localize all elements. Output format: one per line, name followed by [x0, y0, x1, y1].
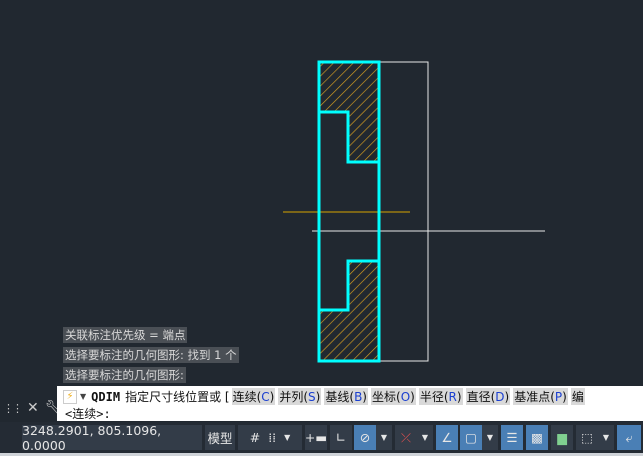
- lineweight-icon[interactable]: ☰: [501, 425, 523, 450]
- command-line[interactable]: ⚡ ▼ QDIM 指定尺寸线位置或 [ 连续(C) 并列(S) 基线(B) 坐标…: [57, 386, 643, 421]
- transparency-icon[interactable]: ▩: [526, 425, 548, 450]
- ortho-icon[interactable]: ∟: [330, 425, 352, 450]
- chevron-down-icon[interactable]: ▼: [376, 425, 392, 450]
- history-line: 选择要标注的几何图形: 找到 1 个: [63, 347, 239, 363]
- command-line-handle[interactable]: ⋮⋮ ✕ 🔧︎: [0, 394, 63, 422]
- object-snap-tracking-icon[interactable]: ∠: [436, 425, 458, 450]
- option-datum-point[interactable]: 基准点(P): [513, 388, 568, 405]
- grid-icon[interactable]: #: [250, 430, 260, 445]
- option-continue[interactable]: 连续(C): [231, 388, 276, 405]
- object-snap-icon[interactable]: ▢: [460, 425, 482, 450]
- grid-group: # ⁞⁞ ▼: [238, 425, 302, 450]
- status-bar: 3248.2901, 805.1096, 0.0000 模型 # ⁞⁞ ▼ +▬…: [0, 422, 643, 453]
- chevron-down-icon[interactable]: ▼: [284, 433, 290, 442]
- history-line: 选择要标注的几何图形:: [63, 367, 186, 383]
- dynamic-input-icon[interactable]: +▬: [305, 425, 327, 450]
- chevron-down-icon[interactable]: ▼: [598, 425, 614, 450]
- option-radius[interactable]: 半径(R): [418, 388, 463, 405]
- 3d-osnap-icon[interactable]: ⬚: [576, 425, 598, 450]
- grip-icon[interactable]: ⋮⋮: [3, 402, 23, 415]
- snap-icon[interactable]: ⁞⁞: [268, 430, 276, 445]
- option-diameter[interactable]: 直径(D): [465, 388, 511, 405]
- option-baseline[interactable]: 基线(B): [324, 388, 368, 405]
- command-icon[interactable]: ⚡: [63, 389, 77, 404]
- command-name: QDIM: [91, 389, 121, 404]
- isodraft-icon[interactable]: ⤫: [395, 425, 417, 450]
- polar-tracking-icon[interactable]: ⊘: [354, 425, 376, 450]
- command-prompt: 指定尺寸线位置或 [: [125, 390, 230, 404]
- option-staggered[interactable]: 并列(S): [278, 388, 322, 405]
- history-line: 关联标注优先级 = 端点: [63, 327, 188, 343]
- command-input[interactable]: <连续>:: [65, 405, 111, 422]
- chevron-down-icon[interactable]: ▼: [80, 392, 86, 401]
- option-ordinate[interactable]: 坐标(O): [370, 388, 416, 405]
- ucs-icon[interactable]: ⤶: [617, 425, 641, 450]
- chevron-down-icon[interactable]: ▼: [417, 425, 433, 450]
- close-icon[interactable]: ✕: [27, 400, 39, 416]
- selection-cycling-icon[interactable]: ▆: [551, 425, 573, 450]
- coordinates: 3248.2901, 805.1096, 0.0000: [22, 423, 202, 453]
- option-edit[interactable]: 编: [570, 388, 585, 405]
- model-button[interactable]: 模型: [205, 425, 235, 450]
- chevron-down-icon[interactable]: ▼: [482, 425, 498, 450]
